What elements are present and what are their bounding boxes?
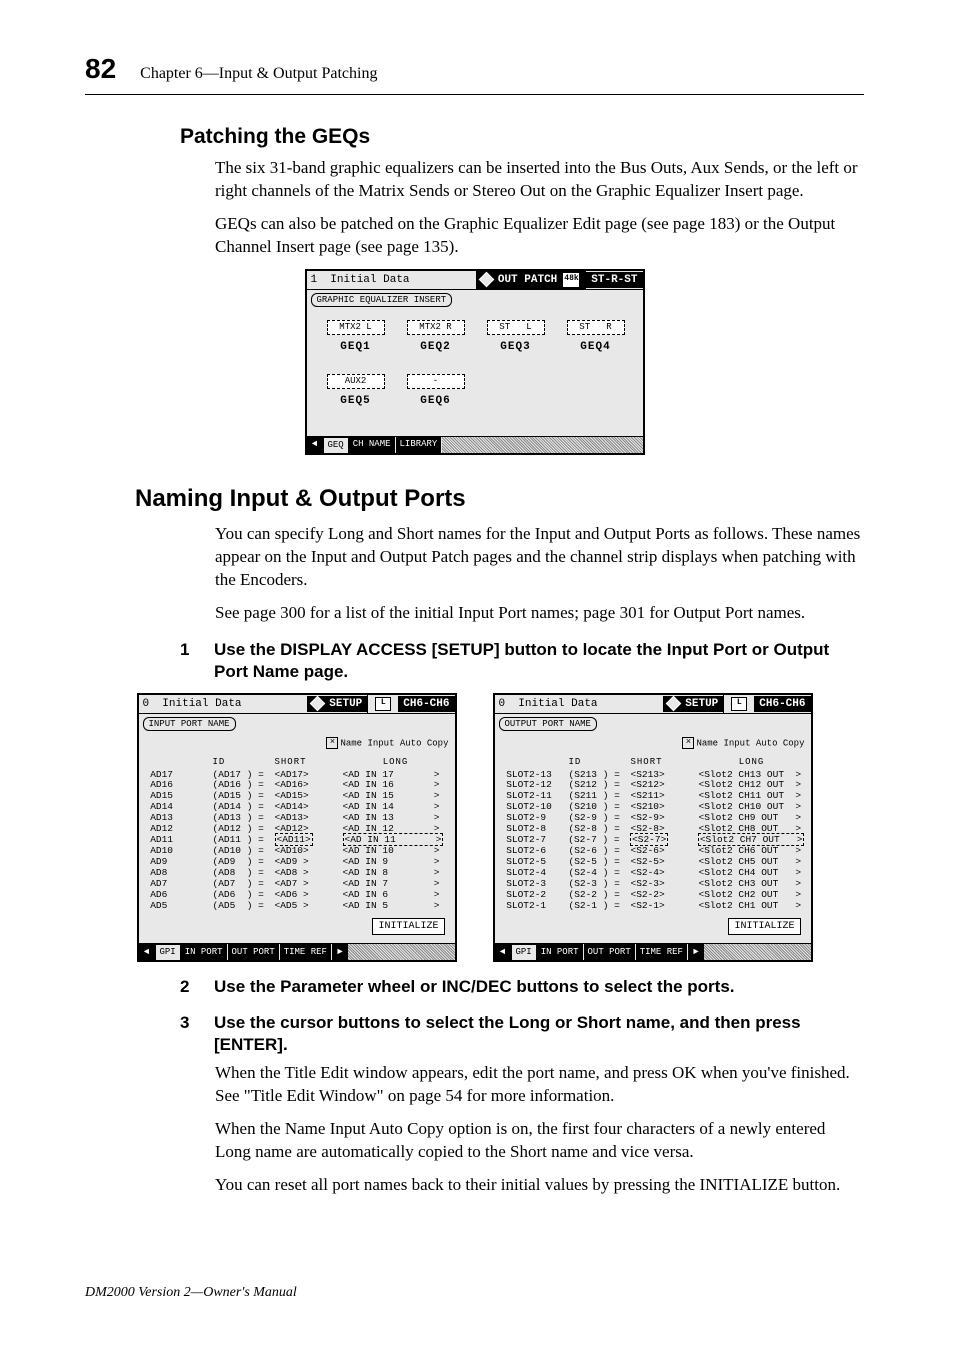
- step-1-text: Use the DISPLAY ACCESS [SETUP] button to…: [214, 639, 864, 683]
- geq-slot: AUX2: [327, 374, 385, 389]
- geq-slot: ST L: [487, 320, 545, 335]
- geq-label: GEQ3: [487, 341, 545, 354]
- input-title-left: 0 Initial Data: [139, 696, 308, 713]
- step-3-number: 3: [180, 1012, 214, 1056]
- geq-slot: MTX2 L: [327, 320, 385, 335]
- input-bottom-tabs: ◄ GPI IN PORT OUT PORT TIME REF ►: [139, 943, 455, 960]
- geq-cell: ST L GEQ3: [487, 320, 545, 354]
- input-columns: ID SHORT LONG: [145, 757, 449, 767]
- naming-paragraph-2: See page 300 for a list of the initial I…: [215, 602, 864, 625]
- initialize-button: INITIALIZE: [372, 918, 444, 936]
- geq-title-left: 1 Initial Data: [307, 272, 476, 289]
- left-arrow-icon: ◄: [495, 944, 511, 960]
- initialize-button: INITIALIZE: [728, 918, 800, 936]
- geq-cell: - GEQ6: [407, 374, 465, 408]
- step-3-text: Use the cursor buttons to select the Lon…: [214, 1012, 864, 1056]
- output-title-mid: SETUP: [663, 696, 723, 713]
- port-row: SLOT2-1(S2-1 ) =<S2-1><Slot2 CH1 OUT >: [501, 901, 805, 912]
- geq-paragraph-2: GEQs can also be patched on the Graphic …: [215, 213, 864, 259]
- output-title-ch: CH6-CH6: [754, 696, 810, 713]
- geq-label: GEQ4: [567, 341, 625, 354]
- tab-in-port: IN PORT: [181, 944, 228, 960]
- geq-label: GEQ6: [407, 395, 465, 408]
- geq-cell: AUX2 GEQ5: [327, 374, 385, 408]
- geq-paragraph-1: The six 31-band graphic equalizers can b…: [215, 157, 864, 203]
- left-arrow-icon: ◄: [307, 437, 323, 453]
- geq-title-right: ST-R-ST: [586, 272, 642, 289]
- sample-rate-icon: 48k: [563, 273, 579, 287]
- geq-slot: MTX2 R: [407, 320, 465, 335]
- output-port-lcd: 0 Initial Data SETUP L CH6-CH6 OUTPUT PO…: [493, 693, 813, 962]
- geq-slot: -: [407, 374, 465, 389]
- tab-out-port: OUT PORT: [584, 944, 636, 960]
- chapter-reference: Chapter 6—Input & Output Patching: [140, 63, 377, 85]
- page-header: 82 Chapter 6—Input & Output Patching: [85, 50, 864, 95]
- right-arrow-icon: ►: [332, 944, 348, 960]
- tab-ch-name: CH NAME: [349, 437, 396, 453]
- geq-cell: MTX2 R GEQ2: [407, 320, 465, 354]
- tab-time-ref: TIME REF: [280, 944, 332, 960]
- tab-library: LIBRARY: [396, 437, 443, 453]
- diamond-icon: [479, 272, 495, 288]
- geq-grid: MTX2 L GEQ1 MTX2 R GEQ2 ST L GEQ3 ST R GEQ4 AUX…: [307, 310, 643, 435]
- geq-label: GEQ1: [327, 341, 385, 354]
- geq-lcd-screenshot: 1 Initial Data OUT PATCH 48k ST-R-ST GRA…: [305, 269, 645, 455]
- step-1-number: 1: [180, 639, 214, 683]
- tab-in-port: IN PORT: [537, 944, 584, 960]
- step-2-number: 2: [180, 976, 214, 998]
- tab-gpi: GPI: [511, 944, 537, 960]
- geq-label: GEQ5: [327, 395, 385, 408]
- left-arrow-icon: ◄: [139, 944, 155, 960]
- geq-slot: ST R: [567, 320, 625, 335]
- tab-geq: GEQ: [323, 437, 349, 453]
- geq-cell: MTX2 L GEQ1: [327, 320, 385, 354]
- output-columns: ID SHORT LONG: [501, 757, 805, 767]
- geq-page-tab: GRAPHIC EQUALIZER INSERT: [311, 293, 453, 307]
- after-p3: You can reset all port names back to the…: [215, 1174, 864, 1197]
- page-footer: DM2000 Version 2—Owner's Manual: [85, 1284, 297, 1303]
- layer-small-icon: L: [375, 697, 391, 711]
- patching-geqs-heading: Patching the GEQs: [180, 123, 864, 151]
- layer-icon: L: [723, 695, 754, 713]
- diamond-icon: [310, 696, 326, 712]
- auto-copy-check: ×Name Input Auto Copy: [139, 734, 455, 749]
- port-row: AD6(AD6 ) =<AD6 ><AD IN 6 >: [145, 890, 449, 901]
- geq-cell: ST R GEQ4: [567, 320, 625, 354]
- output-bottom-tabs: ◄ GPI IN PORT OUT PORT TIME REF ►: [495, 943, 811, 960]
- input-title-ch: CH6-CH6: [398, 696, 454, 713]
- port-row: AD5(AD5 ) =<AD5 ><AD IN 5 >: [145, 901, 449, 912]
- input-title-mid: SETUP: [307, 696, 367, 713]
- tab-out-port: OUT PORT: [228, 944, 280, 960]
- tab-gpi: GPI: [155, 944, 181, 960]
- step-2-text: Use the Parameter wheel or INC/DEC butto…: [214, 976, 864, 998]
- diamond-icon: [666, 696, 682, 712]
- geq-bottom-tabs: ◄ GEQ CH NAME LIBRARY: [307, 436, 643, 453]
- input-page-tab: INPUT PORT NAME: [143, 717, 236, 731]
- layer-icon: L: [367, 695, 398, 713]
- naming-ports-heading: Naming Input & Output Ports: [135, 483, 864, 515]
- layer-small-icon: L: [731, 697, 747, 711]
- auto-copy-check: ×Name Input Auto Copy: [495, 734, 811, 749]
- input-port-lcd: 0 Initial Data SETUP L CH6-CH6 INPUT POR…: [137, 693, 457, 962]
- naming-paragraph-1: You can specify Long and Short names for…: [215, 523, 864, 592]
- geq-title-mid: OUT PATCH 48k: [476, 271, 586, 289]
- port-row: SLOT2-2(S2-2 ) =<S2-2><Slot2 CH2 OUT >: [501, 890, 805, 901]
- geq-label: GEQ2: [407, 341, 465, 354]
- right-arrow-icon: ►: [688, 944, 704, 960]
- output-title-left: 0 Initial Data: [495, 696, 664, 713]
- output-page-tab: OUTPUT PORT NAME: [499, 717, 597, 731]
- tab-time-ref: TIME REF: [636, 944, 688, 960]
- after-p2: When the Name Input Auto Copy option is …: [215, 1118, 864, 1164]
- after-p1: When the Title Edit window appears, edit…: [215, 1062, 864, 1108]
- page-number: 82: [85, 50, 116, 88]
